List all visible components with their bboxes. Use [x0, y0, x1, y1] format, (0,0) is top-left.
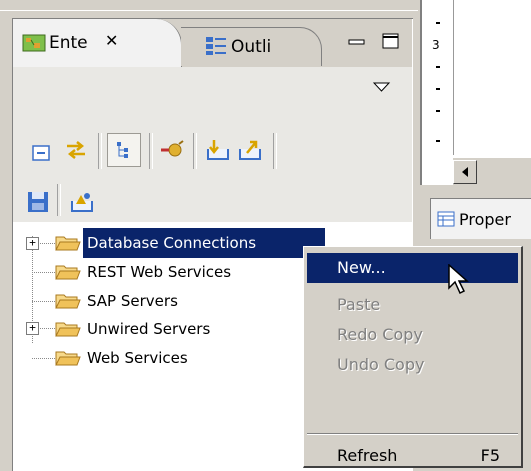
menu-item-paste[interactable]: Paste: [307, 290, 518, 320]
tab-outline-label: Outli: [231, 37, 272, 57]
tree-connector: [32, 358, 55, 359]
top-strip: [0, 0, 418, 11]
tree-item-label: REST Web Services: [87, 263, 232, 281]
tree-item-database-connections[interactable]: Database Connections: [83, 228, 325, 258]
tree-item-sap-servers[interactable]: SAP Servers: [87, 286, 178, 316]
folder-icon: [55, 265, 81, 280]
toolbar-separator: [193, 133, 197, 169]
scroll-left-button[interactable]: [453, 160, 477, 184]
ruler-tick: [436, 140, 440, 142]
tree-item-label: Database Connections: [87, 234, 257, 252]
view-menu-icon[interactable]: [373, 81, 391, 93]
ruler-tick: [436, 110, 440, 112]
tree-item-web-services[interactable]: Web Services: [87, 343, 188, 373]
expand-toggle-database-connections[interactable]: +: [26, 237, 39, 250]
ruler-tick: [436, 66, 440, 68]
view-toolbar: [13, 67, 412, 223]
deploy-icon[interactable]: [69, 189, 95, 215]
ruler-tick: [436, 88, 440, 90]
tab-properties[interactable]: Proper: [430, 198, 531, 239]
connect-icon[interactable]: [159, 137, 185, 163]
minimize-icon[interactable]: [347, 34, 367, 50]
tree-item-label: SAP Servers: [87, 292, 178, 310]
folder-icon: [55, 351, 81, 366]
folder-icon: [55, 236, 81, 251]
menu-item-undo-copy[interactable]: Undo Copy: [307, 350, 518, 380]
hierarchy-toggle-button[interactable]: [107, 133, 141, 167]
export-icon[interactable]: [237, 137, 263, 163]
properties-icon: [437, 211, 455, 227]
menu-separator: [307, 433, 518, 435]
tab-outline[interactable]: Outli: [181, 27, 322, 66]
toolbar-separator: [149, 133, 153, 169]
close-icon[interactable]: ✕: [105, 31, 118, 50]
link-with-editor-icon[interactable]: [63, 137, 89, 163]
tree-connector: [32, 272, 55, 273]
toolbar-separator: [273, 133, 277, 169]
save-icon[interactable]: [25, 189, 51, 215]
menu-item-label: Redo Copy: [337, 325, 423, 344]
folder-icon: [55, 294, 81, 309]
tree-item-label: Web Services: [87, 349, 188, 367]
outline-icon: [206, 37, 226, 55]
menu-item-label: Undo Copy: [337, 355, 425, 374]
toolbar-separator: [98, 133, 102, 169]
tree-item-label: Unwired Servers: [87, 320, 211, 338]
hierarchy-icon: [117, 142, 128, 158]
menu-item-new[interactable]: New...: [307, 253, 518, 283]
context-menu: New... Paste Redo Copy Undo Copy Refresh…: [303, 246, 523, 468]
import-icon[interactable]: [205, 137, 231, 163]
tree-connector: [38, 243, 55, 244]
view-tab-row: Ente ✕ Outli: [13, 19, 412, 67]
tree-item-unwired-servers[interactable]: Unwired Servers: [87, 314, 210, 344]
menu-item-label: Paste: [337, 295, 381, 314]
expand-toggle-unwired-servers[interactable]: +: [26, 322, 39, 335]
arrow-left-icon: [462, 167, 468, 177]
tab-properties-label: Proper: [459, 210, 511, 229]
menu-item-shortcut: F5: [480, 446, 500, 465]
folder-icon: [55, 322, 81, 337]
tree-item-rest-web-services[interactable]: REST Web Services: [87, 257, 231, 287]
tree-connector: [38, 328, 55, 329]
tab-entity[interactable]: Ente ✕: [13, 19, 182, 67]
ruler-mark: 3: [432, 38, 440, 52]
menu-item-label: Refresh: [337, 446, 398, 465]
toolbar-separator: [57, 184, 61, 216]
tab-entity-label: Ente: [49, 33, 88, 53]
vertical-ruler: 3: [428, 0, 454, 155]
horizontal-scrollbar[interactable]: [453, 157, 531, 186]
menu-item-label: New...: [337, 258, 386, 277]
tree-connector: [32, 301, 55, 302]
entity-map-icon: [22, 34, 46, 52]
maximize-icon[interactable]: [381, 32, 401, 50]
menu-item-redo-copy[interactable]: Redo Copy: [307, 320, 518, 350]
mouse-cursor-icon: [448, 264, 469, 295]
ruler-tick: [436, 22, 440, 24]
menu-item-refresh[interactable]: Refresh F5: [307, 444, 518, 468]
collapse-all-icon[interactable]: [29, 140, 55, 166]
